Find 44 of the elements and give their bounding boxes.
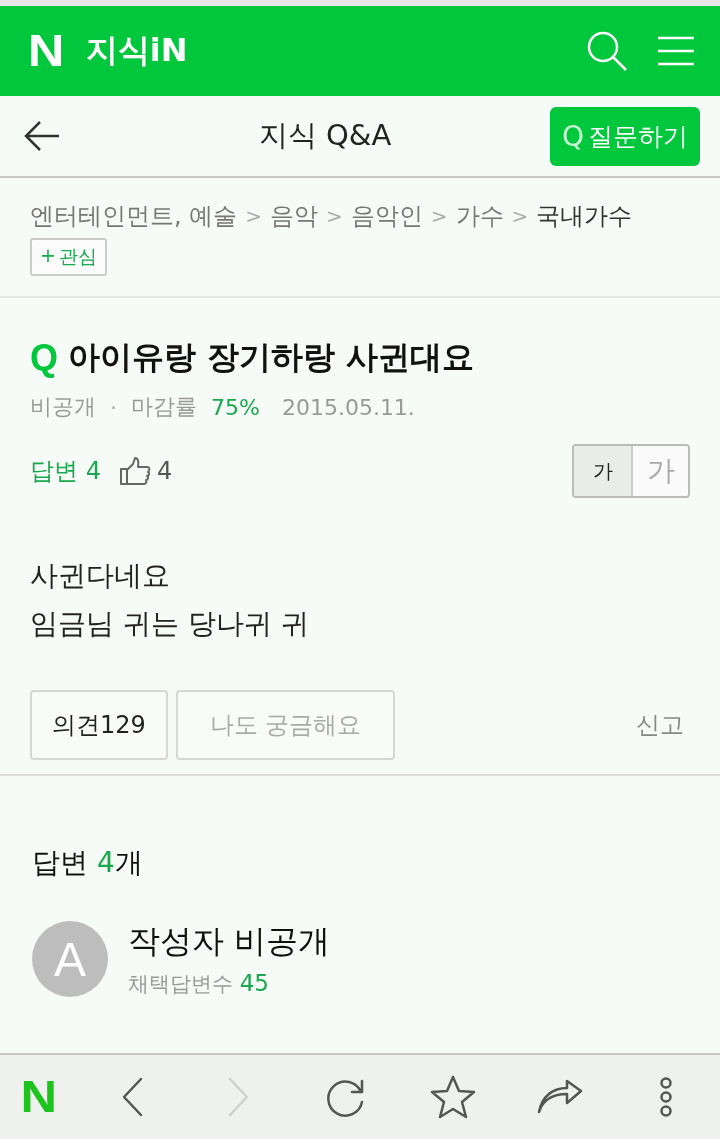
forward-icon [227,1077,250,1117]
breadcrumb-link[interactable]: 엔터테인먼트, 예술 [30,200,238,232]
question-body: 사귄다네요 임금님 귀는 당나귀 귀 [30,558,310,642]
breadcrumb-link[interactable]: 국내가수 [536,200,633,232]
font-size-button[interactable]: 가 [631,446,688,496]
breadcrumb-link[interactable]: 가수 [455,200,504,232]
avatar: A [32,921,108,997]
font-size-button[interactable]: 가 [574,446,631,496]
question-mark: Q [30,337,58,379]
follow-button[interactable]: +관심 [30,238,107,276]
logo[interactable]: N [27,26,62,76]
answers-heading: 답변 4개 [32,845,144,881]
menu-icon [658,36,694,66]
breadcrumb-separator: > [511,204,529,228]
like-count: 4 [156,457,174,485]
back-button[interactable] [24,121,60,151]
breadcrumb-separator: > [245,204,263,228]
service-name: 지식iN [85,30,189,71]
breadcrumb-link[interactable]: 음악인 [350,200,423,232]
breadcrumb-link[interactable]: 음악 [270,200,319,232]
star-icon [429,1075,476,1119]
search-icon [586,30,628,72]
back-arrow-icon [24,121,60,151]
adopted-answers: 채택답변수 45 [128,970,270,998]
meta-separator: · [110,394,117,420]
opinion-button[interactable]: 의견129 [30,690,168,760]
author: 비공개 [30,393,96,421]
breadcrumb-separator: > [430,204,448,228]
thumbs-up-icon [118,456,151,486]
report-link[interactable]: 신고 [636,709,684,741]
page-title: 지식 Q&A [257,117,393,154]
breadcrumb-separator: > [326,204,343,228]
question-date: 2015.05.11. [281,394,415,420]
close-rate: 75% [211,394,260,420]
back-icon [121,1077,144,1117]
me-too-button[interactable]: 나도 궁금해요 [175,690,396,760]
question-title: 아이유랑 장기하랑 사귄대요 [68,337,475,378]
close-rate-label: 마감률 [131,393,197,421]
answer-count: 답변 4 [30,456,101,487]
ask-question-button[interactable]: Q 질문하기 [549,106,700,166]
question-icon: Q [561,119,584,153]
answer-author: 작성자 비공개 [128,921,331,962]
more-icon [659,1077,674,1117]
share-icon [536,1079,583,1115]
